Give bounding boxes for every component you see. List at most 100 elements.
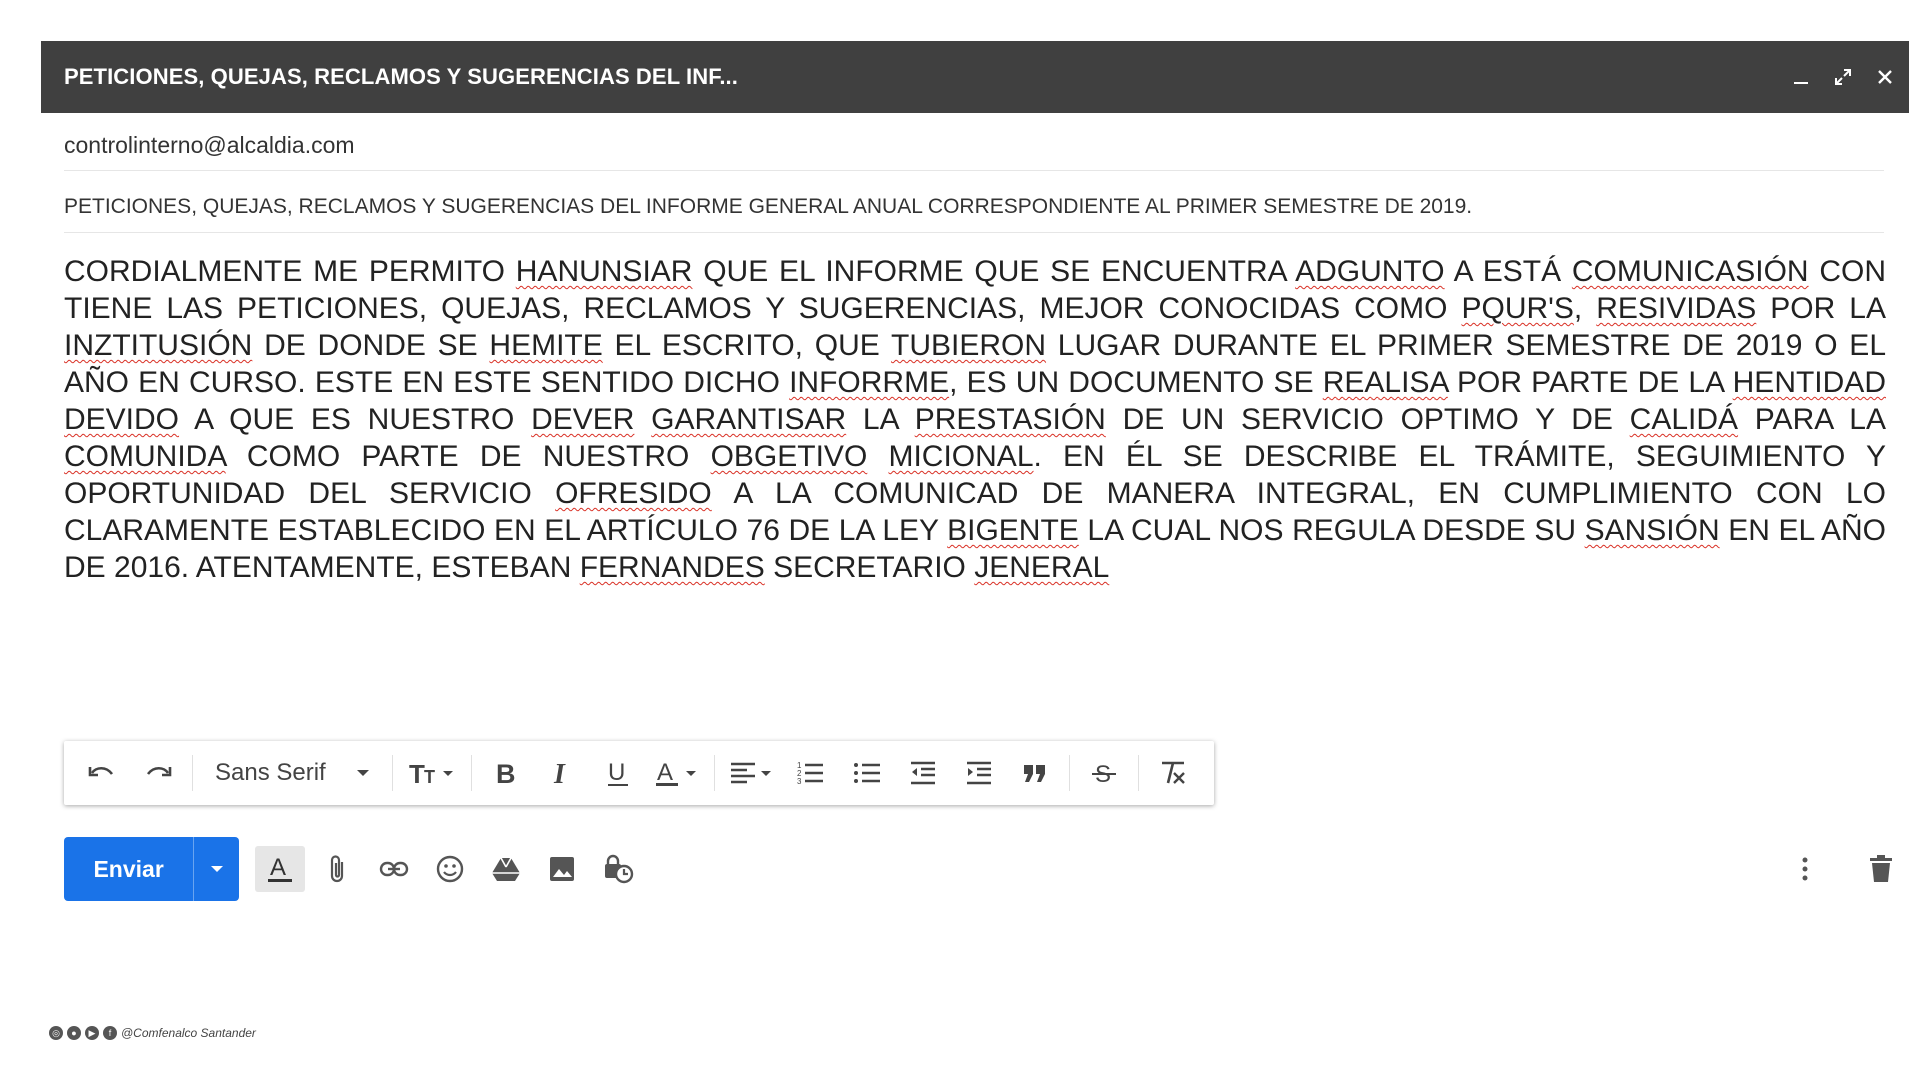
misspelled-word: HEMITE: [489, 329, 603, 362]
italic-icon[interactable]: I: [542, 753, 582, 793]
compose-actions: Enviar A: [64, 837, 1904, 901]
body-text-segment: POR PARTE DE LA: [1447, 366, 1733, 399]
body-text-segment: A ESTÁ: [1444, 255, 1572, 288]
photo-icon[interactable]: [539, 846, 585, 892]
misspelled-word: SANSIÓN: [1584, 514, 1720, 547]
misspelled-word: COMUNIDA: [64, 440, 226, 473]
youtube-icon: ▶: [85, 1026, 99, 1040]
svg-text:I: I: [553, 759, 566, 787]
toolbar-divider: [1137, 755, 1139, 791]
strikethrough-icon[interactable]: S: [1084, 753, 1124, 793]
misspelled-word: TUBIERON: [891, 329, 1047, 362]
misspelled-word: MICIONAL: [888, 440, 1034, 473]
misspelled-word: INZTITUSIÓN: [64, 329, 253, 362]
window-controls: [1791, 41, 1895, 113]
social-footer: ◎ ● ▶ f @Comfenalco Santander: [49, 1026, 256, 1040]
indent-less-icon[interactable]: [903, 753, 943, 793]
quote-icon[interactable]: [1015, 753, 1055, 793]
misspelled-word: JENERAL: [974, 551, 1110, 584]
drive-icon[interactable]: [483, 846, 529, 892]
svg-text:U: U: [608, 759, 625, 786]
facebook-icon: f: [103, 1026, 117, 1040]
body-text-segment: DE DONDE SE: [252, 329, 490, 362]
minimize-icon[interactable]: [1791, 67, 1811, 87]
body-text-segment: LA: [846, 403, 915, 436]
svg-text:T: T: [409, 759, 425, 787]
body-text-segment: LA CUAL NOS REGULA DESDE SU: [1078, 514, 1585, 547]
body-text-segment: SECRETARIO: [764, 551, 975, 584]
misspelled-word: REALISA: [1322, 366, 1448, 399]
compose-title: PETICIONES, QUEJAS, RECLAMOS Y SUGERENCI…: [64, 64, 738, 89]
align-icon[interactable]: [729, 753, 775, 793]
toolbar-divider: [192, 755, 193, 791]
toolbar-divider: [470, 755, 472, 791]
compose-titlebar[interactable]: PETICIONES, QUEJAS, RECLAMOS Y SUGERENCI…: [41, 41, 1909, 113]
recipients-field[interactable]: controlinterno@alcaldia.com: [64, 120, 1884, 171]
body-text-segment: COMO PARTE DE NUESTRO: [225, 440, 711, 473]
svg-text:B: B: [496, 759, 516, 787]
discard-icon[interactable]: [1858, 846, 1904, 892]
body-text-segment: DE UN SERVICIO OPTIMO Y DE: [1105, 403, 1630, 436]
misspelled-word: DEVER: [531, 403, 635, 436]
toolbar-divider: [1068, 755, 1070, 791]
body-text-segment: [867, 440, 888, 473]
misspelled-word: BIGENTE: [947, 514, 1079, 547]
send-button[interactable]: Enviar: [64, 837, 239, 901]
subject-field[interactable]: PETICIONES, QUEJAS, RECLAMOS Y SUGERENCI…: [64, 182, 1884, 233]
twitter-icon: ●: [67, 1026, 81, 1040]
misspelled-word: GARANTISAR: [651, 403, 847, 436]
social-handle: @Comfenalco Santander: [121, 1026, 256, 1040]
misspelled-word: FERNANDES: [579, 551, 765, 584]
numbered-list-icon[interactable]: 123: [791, 753, 831, 793]
bold-icon[interactable]: B: [486, 753, 526, 793]
chevron-down-icon: [356, 770, 369, 776]
undo-icon[interactable]: [82, 753, 122, 793]
body-text-segment: PARA LA: [1738, 403, 1887, 436]
close-icon[interactable]: [1875, 67, 1895, 87]
svg-text:3: 3: [797, 777, 802, 786]
emoji-icon[interactable]: [427, 846, 473, 892]
body-text-segment: QUE EL INFORME QUE SE ENCUENTRA: [692, 255, 1296, 288]
body-text-segment: , ES UN DOCUMENTO SE: [949, 366, 1323, 399]
misspelled-word: ADGUNTO: [1295, 255, 1445, 288]
indent-more-icon[interactable]: [959, 753, 999, 793]
misspelled-word: PRESTASIÓN: [914, 403, 1106, 436]
send-label[interactable]: Enviar: [64, 837, 193, 901]
toolbar-divider: [391, 755, 393, 791]
font-family-select[interactable]: Sans Serif: [207, 753, 378, 793]
more-options-icon[interactable]: [1782, 846, 1828, 892]
bulleted-list-icon[interactable]: [847, 753, 887, 793]
misspelled-word: PQUR'S: [1461, 292, 1574, 325]
right-actions: [1772, 837, 1904, 901]
misspelled-word: HENTIDAD: [1732, 366, 1886, 399]
misspelled-word: INFORRME: [789, 366, 950, 399]
underline-icon[interactable]: U: [598, 753, 638, 793]
misspelled-word: OBGETIVO: [710, 440, 868, 473]
misspelled-word: DEVIDO: [64, 403, 180, 436]
instagram-icon: ◎: [49, 1026, 63, 1040]
expand-icon[interactable]: [1833, 67, 1853, 87]
misspelled-word: RESIVIDAS: [1596, 292, 1757, 325]
body-text-segment: A QUE ES NUESTRO: [179, 403, 532, 436]
font-size-icon[interactable]: TT: [407, 753, 457, 793]
message-body[interactable]: CORDIALMENTE ME PERMITO HANUNSIAR QUE EL…: [64, 253, 1886, 586]
link-icon[interactable]: [371, 846, 417, 892]
formatting-toolbar: Sans Serif TT B I U A 123 S: [64, 741, 1214, 805]
toolbar-divider: [713, 755, 715, 791]
send-options-icon[interactable]: [193, 837, 239, 901]
body-text-segment: ,: [1573, 292, 1597, 325]
text-color-icon[interactable]: A: [654, 753, 700, 793]
misspelled-word: HANUNSIAR: [515, 255, 693, 288]
body-text-segment: [634, 403, 651, 436]
attach-icon[interactable]: [315, 846, 361, 892]
font-family-value: Sans Serif: [215, 759, 326, 786]
remove-formatting-icon[interactable]: [1153, 753, 1193, 793]
svg-text:T: T: [424, 767, 435, 787]
body-text-segment: POR LA: [1756, 292, 1887, 325]
misspelled-word: OFRESIDO: [555, 477, 712, 510]
body-text-segment: EL ESCRITO, QUE: [602, 329, 892, 362]
redo-icon[interactable]: [138, 753, 178, 793]
confidential-mode-icon[interactable]: [595, 846, 641, 892]
misspelled-word: COMUNICASIÓN: [1571, 255, 1809, 288]
formatting-options-icon[interactable]: A: [255, 846, 305, 892]
